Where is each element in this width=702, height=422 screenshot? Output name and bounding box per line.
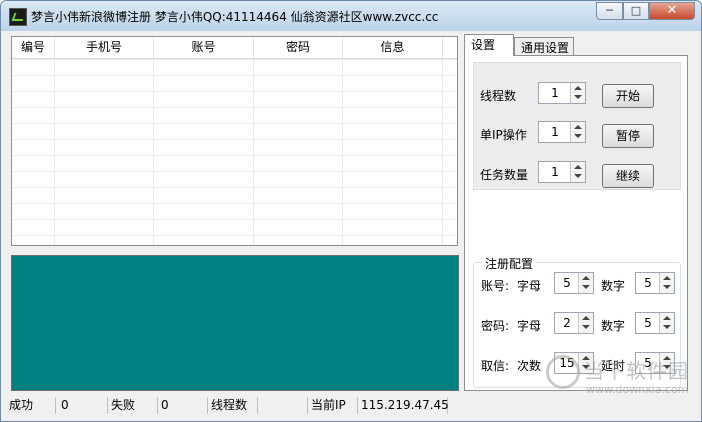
password-letters-stepper[interactable]: 2 xyxy=(554,312,594,334)
spin-arrows-icon[interactable] xyxy=(659,313,674,333)
password-digits-value[interactable]: 5 xyxy=(636,313,660,333)
pause-button[interactable]: 暂停 xyxy=(602,124,654,148)
column-divider xyxy=(54,59,55,245)
register-config-legend: 注册配置 xyxy=(482,255,537,272)
log-output-area[interactable] xyxy=(11,255,459,391)
status-success-label: 成功 xyxy=(6,397,56,414)
password-letters-label: 字母 xyxy=(517,319,542,333)
watermark-url: www.downxia.com xyxy=(586,383,689,396)
settings-panel: 线程数 1 开始 单IP操作 1 暂停 任务数量 1 继续 注册配置 账号: 字… xyxy=(464,55,688,391)
threads-stepper[interactable]: 1 xyxy=(538,82,586,104)
password-letters-value[interactable]: 2 xyxy=(555,313,579,333)
status-threads-label: 线程数 xyxy=(208,397,258,414)
status-ip-label: 当前IP xyxy=(308,397,358,414)
spin-arrows-icon[interactable] xyxy=(570,83,585,103)
password-digits-stepper[interactable]: 5 xyxy=(635,312,675,334)
close-button[interactable]: ✕ xyxy=(649,2,695,20)
spin-arrows-icon[interactable] xyxy=(578,313,593,333)
fetch-mail-label: 取信: xyxy=(481,359,510,373)
spin-arrows-icon[interactable] xyxy=(578,273,593,293)
column-header-info[interactable]: 信息 xyxy=(343,37,443,58)
account-label: 账号: xyxy=(481,279,510,293)
single-ip-stepper[interactable]: 1 xyxy=(538,121,586,143)
task-count-value[interactable]: 1 xyxy=(539,162,571,182)
column-divider xyxy=(253,59,254,245)
continue-button[interactable]: 继续 xyxy=(602,164,654,188)
task-count-stepper[interactable]: 1 xyxy=(538,161,586,183)
column-header-account[interactable]: 账号 xyxy=(154,37,254,58)
password-digits-label: 数字 xyxy=(601,319,626,333)
watermark: 当下软件园 www.downxia.com xyxy=(546,353,696,399)
title-bar: 梦言小伟新浪微博注册 梦言小伟QQ:41114464 仙翁资源社区www.zvc… xyxy=(1,1,701,31)
status-threads-value xyxy=(258,397,308,414)
password-label: 密码: xyxy=(481,319,510,333)
maximize-button[interactable]: □ xyxy=(623,2,649,20)
window-title: 梦言小伟新浪微博注册 梦言小伟QQ:41114464 仙翁资源社区www.zvc… xyxy=(31,10,439,24)
spin-arrows-icon[interactable] xyxy=(659,273,674,293)
account-letters-label: 字母 xyxy=(517,279,542,293)
account-letters-stepper[interactable]: 5 xyxy=(554,272,594,294)
status-fail-label: 失败 xyxy=(108,397,158,414)
app-logo-icon xyxy=(9,8,27,26)
status-ip-value: 115.219.47.45 xyxy=(358,397,449,414)
account-digits-label: 数字 xyxy=(601,279,626,293)
start-button[interactable]: 开始 xyxy=(602,84,654,108)
column-header-phone[interactable]: 手机号 xyxy=(55,37,154,58)
table-body[interactable] xyxy=(12,59,457,245)
retries-label: 次数 xyxy=(517,359,542,373)
column-divider xyxy=(442,59,443,245)
minimize-button[interactable]: ─ xyxy=(596,2,623,20)
column-divider xyxy=(153,59,154,245)
status-fail-value: 0 xyxy=(158,397,208,414)
threads-label: 线程数 xyxy=(480,89,517,103)
single-ip-value[interactable]: 1 xyxy=(539,122,571,142)
table-header: 编号 手机号 账号 密码 信息 xyxy=(12,37,457,59)
watermark-logo-icon xyxy=(546,355,580,389)
column-header-password[interactable]: 密码 xyxy=(254,37,343,58)
column-header-id[interactable]: 编号 xyxy=(12,37,55,58)
tab-settings[interactable]: 设置 xyxy=(464,34,514,56)
app-window: 梦言小伟新浪微博注册 梦言小伟QQ:41114464 仙翁资源社区www.zvc… xyxy=(0,0,702,422)
column-divider xyxy=(342,59,343,245)
task-control-group: 线程数 1 开始 单IP操作 1 暂停 任务数量 1 继续 xyxy=(473,62,681,190)
account-digits-value[interactable]: 5 xyxy=(636,273,660,293)
tab-general-settings[interactable]: 通用设置 xyxy=(514,37,574,56)
task-count-label: 任务数量 xyxy=(480,168,529,182)
accounts-table[interactable]: 编号 手机号 账号 密码 信息 xyxy=(11,36,458,246)
spin-arrows-icon[interactable] xyxy=(570,162,585,182)
watermark-text: 当下软件园 xyxy=(584,359,689,383)
threads-value[interactable]: 1 xyxy=(539,83,571,103)
status-success-value: 0 xyxy=(58,397,108,414)
spin-arrows-icon[interactable] xyxy=(570,122,585,142)
account-letters-value[interactable]: 5 xyxy=(555,273,579,293)
single-ip-label: 单IP操作 xyxy=(480,128,527,142)
account-digits-stepper[interactable]: 5 xyxy=(635,272,675,294)
